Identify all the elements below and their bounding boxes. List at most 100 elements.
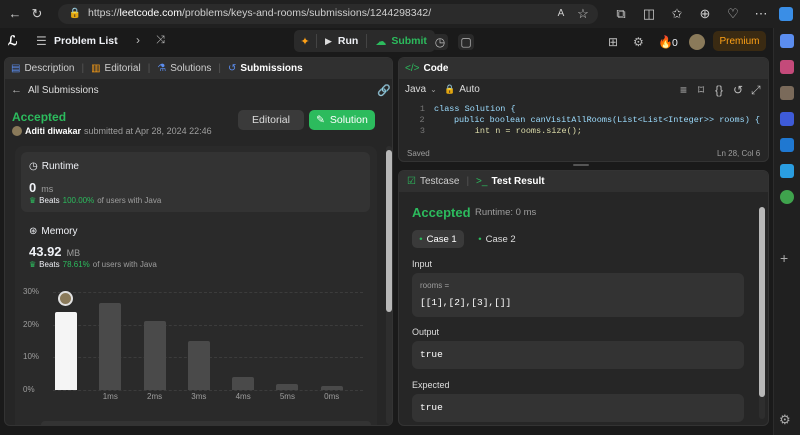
autocomplete-mode[interactable]: 🔒 Auto (444, 84, 480, 95)
list-icon[interactable]: ☰ (36, 34, 47, 48)
y-tick-label: 0% (23, 385, 35, 394)
sidebar-settings-icon[interactable]: ⚙ (779, 412, 791, 428)
memory-title: ⊛ Memory (29, 226, 78, 237)
solution-button[interactable]: ✎ Solution (309, 110, 375, 130)
shuffle-icon[interactable]: ⤨ (156, 34, 165, 47)
param-name: rooms = (420, 281, 450, 290)
result-status: Accepted (412, 205, 471, 220)
favorites-icon[interactable]: ✩ (668, 5, 686, 23)
chart-bar[interactable] (232, 376, 255, 390)
language-select[interactable]: Java ⌄ (405, 84, 437, 95)
chart-bar[interactable] (99, 303, 122, 390)
result-tabbar: ☑ Testcase | >_ Test Result (399, 171, 768, 192)
submitted-time: submitted at Apr 28, 2024 22:46 (84, 126, 212, 136)
clock-icon: ◷ (29, 161, 38, 172)
sidebar-tools-icon[interactable] (780, 86, 794, 100)
problem-list-link[interactable]: Problem List (54, 35, 118, 47)
runtime-beats: ♛ Beats 100.00% of users with Java (29, 196, 162, 205)
tab-solutions[interactable]: Solutions (170, 63, 211, 74)
panel-resize-handle[interactable] (573, 164, 589, 166)
case-1-tab[interactable]: • Case 1 (412, 230, 464, 248)
input-box: rooms = [[1],[2],[3],[]] (412, 273, 744, 317)
read-aloud-icon[interactable]: A (552, 5, 570, 23)
chart-bar[interactable] (143, 321, 166, 390)
code-line: 3 int n = rooms.size(); (419, 126, 582, 136)
lock-icon: 🔒 (444, 84, 456, 94)
fire-icon[interactable]: 🔥 (658, 35, 673, 49)
split-screen-icon[interactable]: ◫ (640, 5, 658, 23)
sidebar-outlook-icon[interactable] (780, 138, 794, 152)
status-accepted: Accepted (12, 110, 67, 124)
cursor-position: Ln 28, Col 6 (717, 149, 761, 158)
y-axis: 30% 20% 10% 0% (23, 286, 49, 394)
chart-bar[interactable] (187, 341, 210, 390)
runtime-card[interactable]: ◷ Runtime 0 ms ♛ Beats 100.00% of users … (21, 152, 370, 212)
next-problem-icon[interactable]: › (136, 33, 140, 47)
debug-icon[interactable]: ✦ (294, 35, 316, 48)
braces-icon[interactable]: {} (715, 83, 723, 97)
output-box: true (412, 341, 744, 369)
sidebar-add-icon[interactable]: + (780, 250, 788, 266)
code-lines[interactable]: 1 class Solution { 2 public boolean canV… (405, 104, 760, 137)
sidebar-shopping-icon[interactable] (780, 60, 794, 74)
lock-icon[interactable]: 🔒 (66, 5, 84, 23)
copilot-icon[interactable] (779, 7, 793, 21)
sidebar-search-icon[interactable] (780, 34, 794, 48)
tab-description[interactable]: Description (24, 63, 74, 74)
gridline (53, 390, 363, 391)
case-2-tab[interactable]: • Case 2 (471, 230, 523, 248)
input-label: Input (412, 259, 433, 269)
code-line: 2 public boolean canVisitAllRooms(List<L… (419, 115, 760, 125)
tab-testcase[interactable]: Testcase (420, 176, 459, 187)
timer-icon[interactable]: ◷ (432, 34, 448, 50)
back-arrow-icon[interactable]: ← (6, 5, 24, 23)
favorite-star-icon[interactable]: ☆ (574, 5, 592, 23)
run-button[interactable]: ▶ Run (317, 35, 366, 47)
left-scrollbar[interactable] (386, 150, 392, 312)
chart-bar[interactable] (320, 386, 343, 390)
avatar[interactable] (689, 34, 705, 50)
browser-sidebar: + ⚙ (773, 28, 800, 435)
result-scrollbar[interactable] (759, 207, 765, 397)
tab-test-result[interactable]: Test Result (491, 176, 544, 187)
leetcode-logo-icon[interactable]: ℒ (8, 33, 17, 49)
description-icon: ▤ (11, 63, 21, 74)
submission-meta: Aditi diwakar submitted at Apr 28, 2024 … (12, 126, 212, 136)
tab-editorial[interactable]: Editorial (105, 63, 141, 74)
format-icon[interactable]: ≡ (680, 83, 687, 97)
extensions-icon[interactable]: ⧉ (612, 5, 630, 23)
code-editor-panel: </> Code Java ⌄ 🔒 Auto ≡ ⌑ {} ↺ ⤢ 1 clas… (398, 57, 769, 162)
tab-submissions[interactable]: Submissions (240, 63, 302, 74)
x-tick-label: 2ms (147, 392, 163, 401)
notes-icon[interactable]: ▢ (458, 34, 474, 50)
url-text[interactable]: https://leetcode.com/problems/keys-and-r… (88, 7, 431, 19)
reset-icon[interactable]: ↺ (733, 83, 743, 97)
link-icon[interactable]: 🔗 (377, 84, 391, 97)
submit-button[interactable]: ☁ Submit (367, 35, 435, 48)
plot-area (53, 290, 363, 391)
health-icon[interactable]: ♡ (724, 5, 742, 23)
all-submissions-link[interactable]: ← All Submissions (11, 84, 99, 96)
runtime-value: 0 ms (29, 180, 54, 195)
sidebar-send-icon[interactable] (780, 164, 794, 178)
more-menu-icon[interactable]: ⋯ (752, 5, 770, 23)
collections-icon[interactable]: ⊕ (696, 5, 714, 23)
output-label: Output (412, 327, 440, 337)
sidebar-tree-icon[interactable] (780, 190, 794, 204)
browser-toolbar: ← ↻ 🔒 https://leetcode.com/problems/keys… (0, 0, 800, 28)
layout-grid-icon[interactable]: ⊞ (608, 35, 618, 49)
chart-bar[interactable] (55, 311, 77, 390)
author-name[interactable]: Aditi diwakar (25, 126, 81, 136)
expected-value: true (420, 402, 443, 413)
chart-bar[interactable] (276, 384, 299, 390)
refresh-icon[interactable]: ↻ (28, 5, 46, 23)
fullscreen-icon[interactable]: ⤢ (751, 83, 761, 98)
sidebar-games-icon[interactable] (780, 112, 794, 126)
prev-problem-icon[interactable]: ‹ (114, 33, 118, 47)
settings-gear-icon[interactable]: ⚙ (633, 35, 644, 49)
premium-button[interactable]: Premium (713, 31, 766, 51)
dot-icon: • (478, 233, 482, 245)
editorial-button[interactable]: Editorial (238, 110, 304, 130)
bookmark-icon[interactable]: ⌑ (698, 83, 704, 97)
your-submission-avatar (58, 290, 73, 306)
